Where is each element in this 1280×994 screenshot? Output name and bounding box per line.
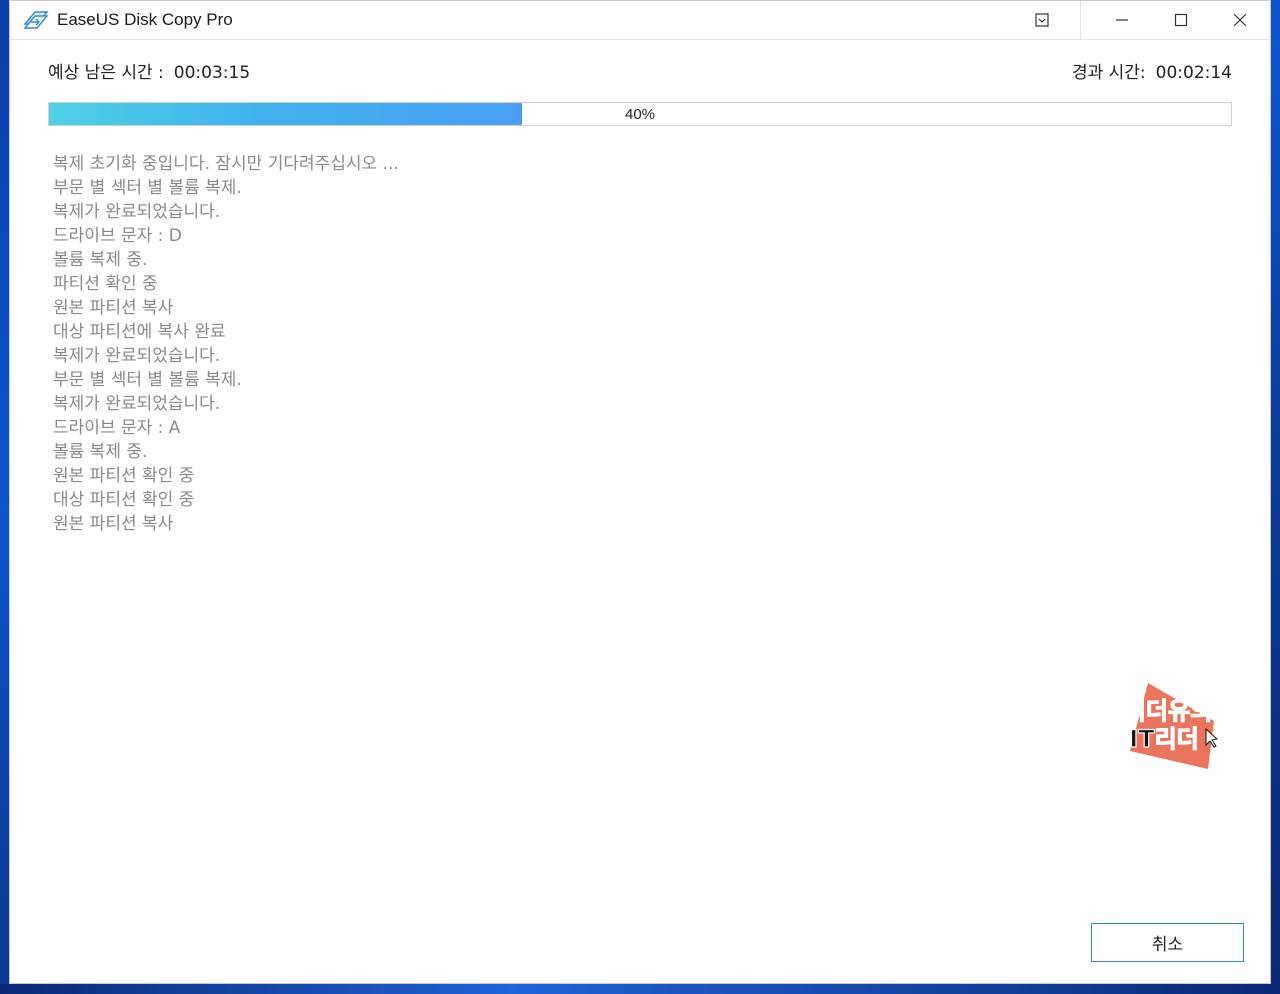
log-line: 드라이브 문자 : A <box>53 418 181 438</box>
log-line: 원본 파티션 복사 <box>53 298 174 318</box>
watermark-logo: 리더유의 IT리더 <box>1123 683 1218 769</box>
pin-button[interactable] <box>1014 1 1070 39</box>
log-line: 부문 별 섹터 별 볼륨 복제. <box>53 178 242 198</box>
close-icon <box>1233 13 1247 27</box>
maximize-button[interactable] <box>1153 1 1209 39</box>
log-line: 부문 별 섹터 별 볼륨 복제. <box>53 370 242 390</box>
log-line: 드라이브 문자 : D <box>53 226 182 246</box>
log-line: 원본 파티션 복사 <box>53 514 174 534</box>
titlebar-separator <box>1080 1 1081 39</box>
log-line: 대상 파티션에 복사 완료 <box>53 322 226 342</box>
title-bar: EaseUS Disk Copy Pro <box>10 1 1270 40</box>
log-line: 복제가 완료되었습니다. <box>53 202 221 222</box>
elapsed-time: 경과 시간: 00:02:14 <box>1072 58 1232 83</box>
elapsed-time-label: 경과 시간: <box>1071 63 1146 83</box>
remaining-time: 예상 남은 시간 : 00:03:15 <box>48 58 250 83</box>
svg-text:리더유의: 리더유의 <box>1124 697 1212 725</box>
minimize-icon <box>1116 19 1128 21</box>
elapsed-time-value: 00:02:14 <box>1155 63 1232 83</box>
progress-percent: 40% <box>624 105 656 123</box>
log-line: 복제가 완료되었습니다. <box>53 346 221 366</box>
app-window: EaseUS Disk Copy Pro 예상 남은 시간 :00:03:15 … <box>9 0 1271 984</box>
progress-bar: 40% <box>48 102 1232 126</box>
maximize-icon <box>1174 13 1188 27</box>
log-line: 파티션 확인 중 <box>53 274 158 294</box>
desktop-background <box>0 984 1280 994</box>
log-line: 복제 초기화 중입니다. 잠시만 기다려주십시오 ... <box>53 154 399 174</box>
easeus-disk-copy-icon <box>23 11 49 29</box>
log-list: 복제 초기화 중입니다. 잠시만 기다려주십시오 ... 부문 별 섹터 별 볼륨… <box>53 152 399 536</box>
log-line: 볼륨 복제 중. <box>53 250 148 270</box>
remaining-time-value: 00:03:15 <box>173 63 251 83</box>
pin-icon <box>1035 13 1049 27</box>
minimize-button[interactable] <box>1094 1 1150 39</box>
window-title: EaseUS Disk Copy Pro <box>57 10 233 29</box>
log-line: 원본 파티션 확인 중 <box>53 466 195 486</box>
log-line: 볼륨 복제 중. <box>53 442 148 462</box>
cancel-button[interactable]: 취소 <box>1091 923 1244 962</box>
log-line: 복제가 완료되었습니다. <box>53 394 221 414</box>
svg-text:IT리더: IT리더 <box>1129 725 1198 753</box>
log-line: 대상 파티션 확인 중 <box>53 490 195 510</box>
remaining-time-label: 예상 남은 시간 : <box>48 63 164 83</box>
close-button[interactable] <box>1212 1 1268 39</box>
